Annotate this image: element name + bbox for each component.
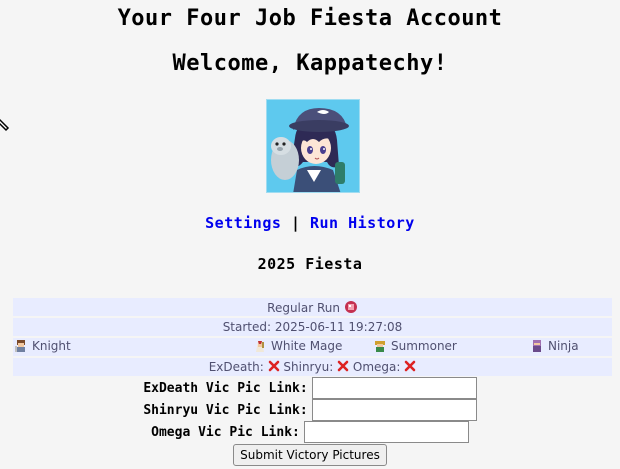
- boss-status-cell: ExDeath: Shinryu: Omega:: [13, 358, 612, 376]
- fiesta-year-heading: 2025 Fiesta: [257, 255, 363, 273]
- knight-sprite-icon: [15, 340, 25, 352]
- account-nav: Settings | Run History: [0, 212, 620, 234]
- exdeath-vic-pic-label: ExDeath Vic Pic Link:: [143, 380, 308, 396]
- cursor-icon: [0, 108, 14, 134]
- boss-exdeath-label: ExDeath:: [208, 360, 264, 374]
- jobs-row: Knight White Mage Summoner Ninja: [13, 338, 612, 356]
- omega-vic-pic-label: Omega Vic Pic Link:: [151, 424, 300, 440]
- welcome-heading: Welcome, Kappatechy!: [172, 51, 448, 76]
- account-page: Your Four Job Fiesta Account Welcome, Ka…: [0, 0, 620, 469]
- job-ninja: Ninja: [530, 339, 579, 353]
- omega-vic-pic-row: Omega Vic Pic Link:: [0, 421, 620, 443]
- exdeath-vic-pic-row: ExDeath Vic Pic Link:: [0, 377, 620, 399]
- shinryu-vic-pic-input[interactable]: [311, 399, 477, 421]
- boss-shinryu-label: Shinryu:: [283, 360, 334, 374]
- job-white-mage: White Mage: [253, 339, 342, 353]
- shinryu-vic-pic-label: Shinryu Vic Pic Link:: [143, 402, 308, 418]
- submit-row: Submit Victory Pictures: [0, 444, 620, 466]
- run-type-cell: Regular Run: [13, 298, 612, 316]
- run-history-link[interactable]: Run History: [310, 214, 415, 232]
- red-x-icon: [404, 360, 416, 372]
- shinryu-vic-pic-row: Shinryu Vic Pic Link:: [0, 399, 620, 421]
- run-type-label: Regular Run: [267, 300, 341, 315]
- boss-omega-label: Omega:: [352, 360, 401, 374]
- regular-run-crystal-icon: [344, 300, 357, 313]
- summoner-sprite-icon: [375, 341, 385, 352]
- settings-link[interactable]: Settings: [205, 214, 281, 232]
- run-jobs-cell: Knight White Mage Summoner Ninja: [13, 338, 612, 356]
- ninja-sprite-icon: [533, 340, 541, 352]
- exdeath-vic-pic-input[interactable]: [311, 377, 477, 399]
- red-x-icon: [268, 360, 279, 372]
- red-x-icon: [337, 360, 349, 372]
- job-knight: Knight: [14, 339, 71, 353]
- job-summoner: Summoner: [373, 339, 457, 353]
- run-started-label: Started: 2025-06-11 19:27:08: [222, 320, 403, 334]
- run-started-cell: Started: 2025-06-11 19:27:08: [13, 318, 612, 336]
- page-title: Your Four Job Fiesta Account: [117, 6, 503, 31]
- nav-separator: |: [290, 214, 301, 232]
- white-mage-sprite-icon: [256, 341, 264, 352]
- omega-vic-pic-input[interactable]: [303, 421, 469, 443]
- run-summary-table: Regular Run Started: 2025-06-11 19:27:08: [11, 296, 614, 378]
- submit-victory-pictures-button[interactable]: Submit Victory Pictures: [233, 444, 387, 466]
- avatar: [266, 99, 360, 193]
